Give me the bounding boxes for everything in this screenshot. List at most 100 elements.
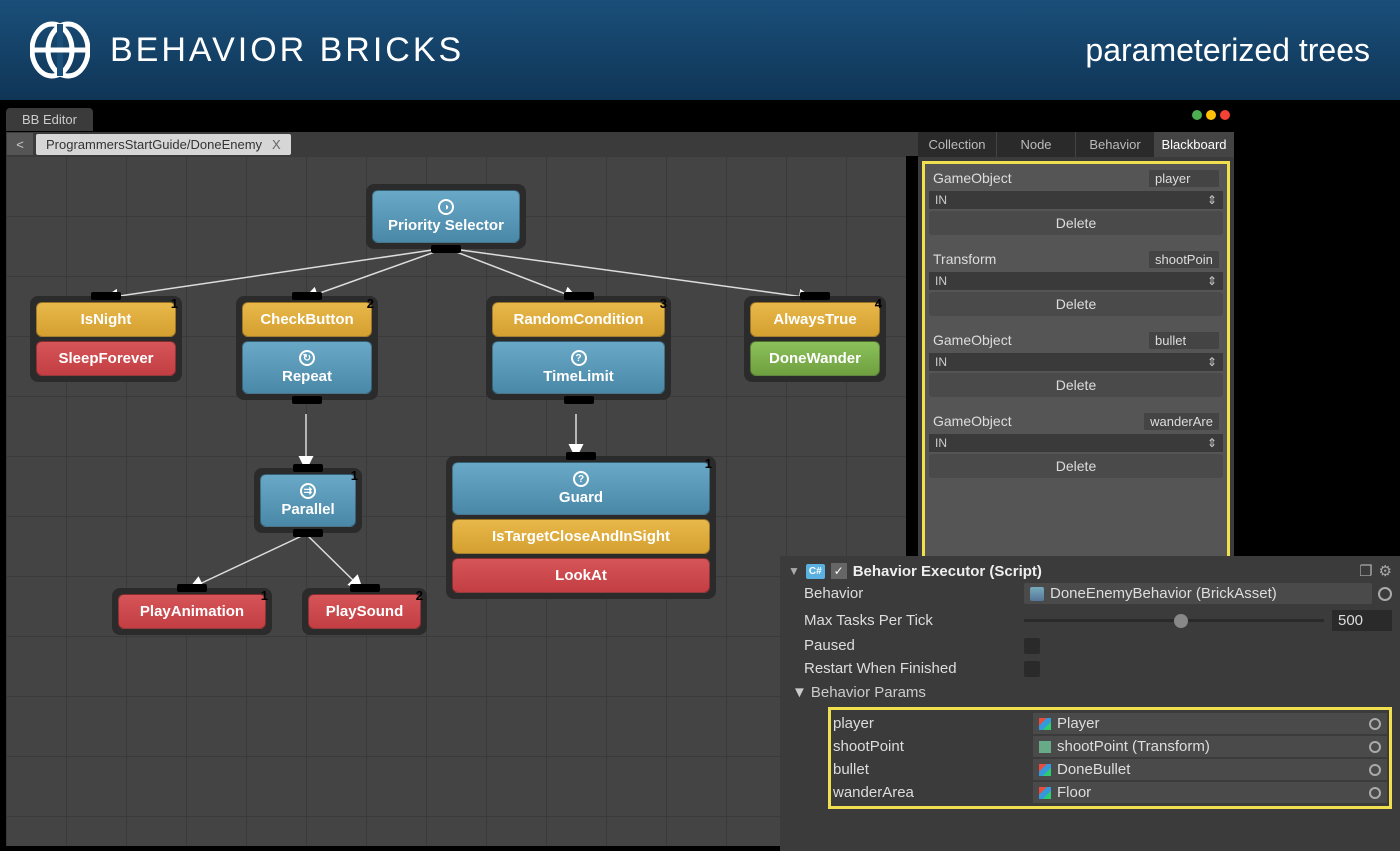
parallel-icon: ⇉ (300, 483, 316, 499)
node-label: TimeLimit (543, 368, 614, 385)
node-play-animation[interactable]: 1 PlayAnimation (112, 588, 272, 635)
field-value: DoneEnemyBehavior (BrickAsset) (1050, 585, 1277, 602)
paused-checkbox[interactable] (1024, 638, 1040, 654)
node-label: DoneWander (769, 350, 861, 367)
prefab-cube-icon (1039, 787, 1051, 799)
chevron-updown-icon: ⇕ (1207, 436, 1217, 450)
param-label: bullet (833, 761, 1033, 778)
restart-checkbox[interactable] (1024, 661, 1040, 677)
behavior-params-header[interactable]: ▼ Behavior Params (788, 680, 1392, 705)
field-label: Paused (804, 637, 1024, 654)
bb-name-field[interactable]: bullet (1149, 332, 1219, 349)
tab-blackboard[interactable]: Blackboard (1155, 132, 1234, 157)
node-branch-4[interactable]: 4 AlwaysTrue DoneWander (744, 296, 886, 382)
window-close-icon[interactable] (1220, 110, 1230, 120)
bb-direction-dropdown[interactable]: IN⇕ (929, 353, 1223, 371)
param-value: Player (1057, 715, 1100, 732)
node-order-badge: 2 (367, 296, 374, 311)
bb-name-field[interactable]: player (1149, 170, 1219, 187)
help-icon[interactable]: ❐ (1359, 562, 1372, 580)
node-label: Guard (559, 489, 603, 506)
max-tasks-value[interactable]: 500 (1332, 610, 1392, 631)
node-branch-3[interactable]: 3 RandomCondition ?TimeLimit (486, 296, 671, 400)
nav-prev-button[interactable]: < (7, 133, 33, 155)
field-label: Max Tasks Per Tick (804, 612, 1024, 629)
param-label: shootPoint (833, 738, 1033, 755)
logo-text: BEHAVIOR BRICKS (110, 31, 464, 70)
param-row: wanderAreaFloor (833, 781, 1387, 804)
window-max-icon[interactable] (1192, 110, 1202, 120)
fold-arrow-icon[interactable]: ▼ (792, 684, 807, 701)
param-object-field[interactable]: Player (1033, 713, 1387, 734)
prefab-cube-icon (1039, 764, 1051, 776)
param-row: shootPointshootPoint (Transform) (833, 735, 1387, 758)
breadcrumb-path[interactable]: ProgrammersStartGuide/DoneEnemy X (36, 134, 291, 155)
bb-delete-button[interactable]: Delete (929, 454, 1223, 478)
logo-area: BEHAVIOR BRICKS (30, 20, 464, 80)
gear-icon[interactable]: ⚙ (1379, 562, 1392, 580)
bb-direction-dropdown[interactable]: IN⇕ (929, 191, 1223, 209)
blackboard-entry: GameObject player IN⇕ Delete (929, 168, 1223, 235)
top-banner: BEHAVIOR BRICKS parameterized trees (0, 0, 1400, 100)
window-min-icon[interactable] (1206, 110, 1216, 120)
component-header[interactable]: ▼ C# ✓ Behavior Executor (Script) ❐ ⚙ (788, 562, 1392, 580)
fold-arrow-icon[interactable]: ▼ (788, 564, 800, 578)
tab-behavior[interactable]: Behavior (1076, 132, 1155, 157)
breadcrumb-close-icon[interactable]: X (272, 137, 281, 152)
param-label: wanderArea (833, 784, 1033, 801)
param-object-field[interactable]: shootPoint (Transform) (1033, 736, 1387, 757)
field-label: Restart When Finished (804, 660, 1024, 677)
bb-direction-dropdown[interactable]: IN⇕ (929, 272, 1223, 290)
tab-node[interactable]: Node (997, 132, 1076, 157)
chevron-updown-icon: ⇕ (1207, 274, 1217, 288)
selector-icon: ◑ (438, 199, 454, 215)
bb-type: GameObject (933, 413, 1012, 430)
component-title: Behavior Executor (Script) (853, 563, 1042, 580)
node-branch-1[interactable]: 1 IsNight SleepForever (30, 296, 182, 382)
bb-delete-button[interactable]: Delete (929, 373, 1223, 397)
node-order-badge: 4 (875, 296, 882, 311)
node-play-sound[interactable]: 2 PlaySound (302, 588, 427, 635)
component-enabled-checkbox[interactable]: ✓ (831, 563, 847, 579)
object-picker-icon[interactable] (1378, 587, 1392, 601)
tab-collection[interactable]: Collection (918, 132, 997, 157)
max-tasks-slider[interactable] (1024, 619, 1324, 622)
object-picker-icon[interactable] (1369, 764, 1381, 776)
node-guard-group[interactable]: 1 ?Guard IsTargetCloseAndInSight LookAt (446, 456, 716, 599)
params-header-label: Behavior Params (811, 684, 926, 701)
node-label: SleepForever (58, 350, 153, 367)
bb-delete-button[interactable]: Delete (929, 292, 1223, 316)
bb-delete-button[interactable]: Delete (929, 211, 1223, 235)
max-tasks-row: Max Tasks Per Tick 500 (788, 607, 1392, 634)
param-object-field[interactable]: DoneBullet (1033, 759, 1387, 780)
behavior-object-field[interactable]: DoneEnemyBehavior (BrickAsset) (1024, 583, 1372, 604)
node-order-badge: 1 (705, 456, 712, 471)
csharp-script-icon: C# (806, 564, 825, 579)
restart-row: Restart When Finished (788, 657, 1392, 680)
node-label: PlayAnimation (140, 603, 244, 620)
bb-name-field[interactable]: wanderAre (1144, 413, 1219, 430)
bb-direction-dropdown[interactable]: IN⇕ (929, 434, 1223, 452)
node-branch-2[interactable]: 2 CheckButton ↻Repeat (236, 296, 378, 400)
node-order-badge: 1 (171, 296, 178, 311)
node-parallel[interactable]: 1 ⇉Parallel (254, 468, 362, 533)
bb-name-field[interactable]: shootPoin (1149, 251, 1219, 268)
editor-window-tab[interactable]: BB Editor (6, 108, 93, 131)
object-picker-icon[interactable] (1369, 741, 1381, 753)
node-order-badge: 1 (351, 468, 358, 483)
bb-type: GameObject (933, 170, 1012, 187)
object-picker-icon[interactable] (1369, 718, 1381, 730)
object-picker-icon[interactable] (1369, 787, 1381, 799)
node-order-badge: 2 (416, 588, 423, 603)
node-priority-selector[interactable]: ◑ Priority Selector (366, 184, 526, 249)
chevron-updown-icon: ⇕ (1207, 193, 1217, 207)
param-value: DoneBullet (1057, 761, 1130, 778)
breadcrumb-text: ProgrammersStartGuide/DoneEnemy (46, 137, 262, 152)
behavior-tree-canvas[interactable]: ◑ Priority Selector 1 IsNight SleepForev… (6, 156, 906, 846)
transform-icon (1039, 741, 1051, 753)
blackboard-entry: GameObjectbulletIN⇕Delete (929, 330, 1223, 397)
node-label: RandomCondition (514, 311, 644, 328)
node-label: Priority Selector (388, 217, 504, 234)
param-object-field[interactable]: Floor (1033, 782, 1387, 803)
field-label: Behavior (804, 585, 1024, 602)
